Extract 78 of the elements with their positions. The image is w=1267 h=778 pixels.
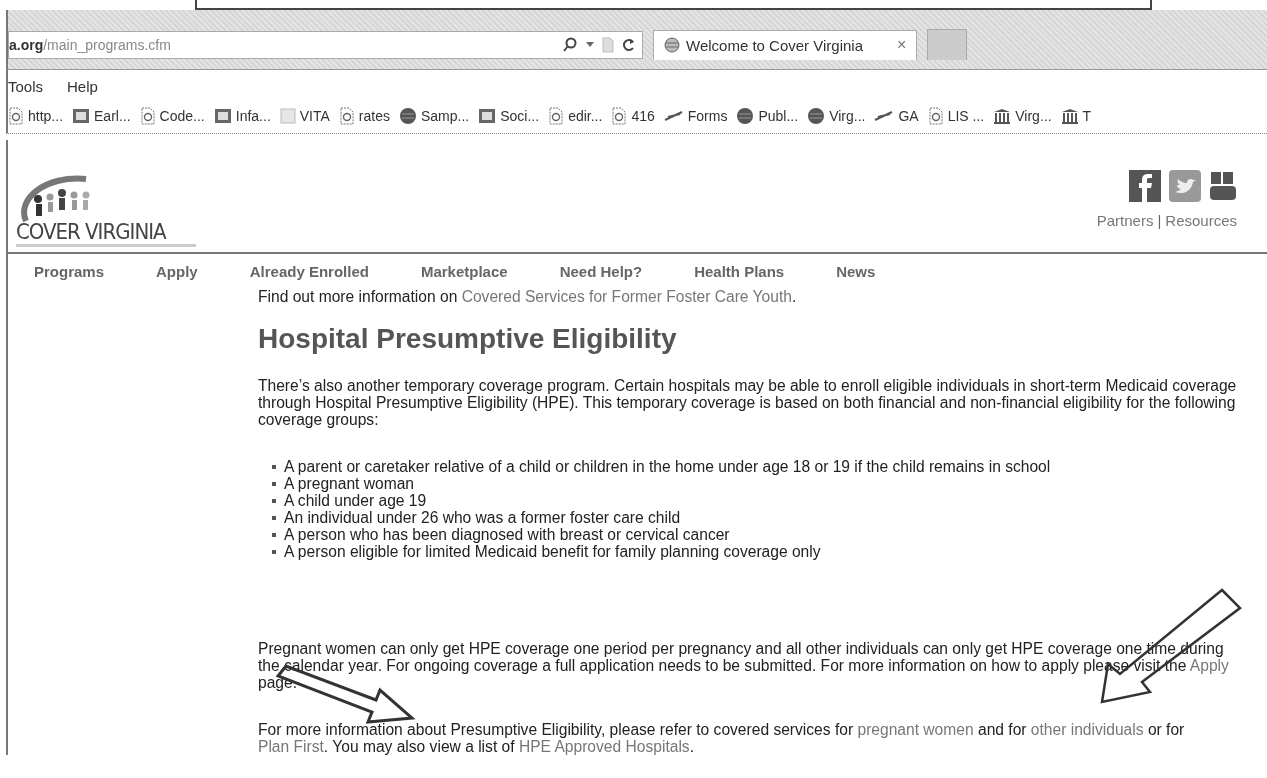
site-logo-name[interactable]: COVER VIRGINIA bbox=[16, 219, 196, 244]
favorites-item[interactable]: Infa... bbox=[213, 108, 271, 124]
tab-title: Welcome to Cover Virginia bbox=[686, 36, 864, 54]
bullet-icon bbox=[272, 515, 276, 520]
bullet-icon bbox=[272, 549, 276, 554]
menu-item[interactable]: Tools bbox=[8, 78, 44, 95]
search-icon[interactable] bbox=[562, 36, 578, 53]
favorites-item[interactable]: LIS ... bbox=[927, 107, 985, 125]
nav-link[interactable]: Apply bbox=[156, 262, 198, 280]
refresh-icon[interactable] bbox=[622, 36, 636, 53]
address-url: a.org/main_programs.cfm bbox=[9, 36, 172, 53]
favorites-item[interactable]: Publ... bbox=[736, 107, 799, 125]
header-link[interactable]: Partners bbox=[1096, 211, 1154, 229]
favorites-item[interactable]: Soci... bbox=[478, 108, 540, 124]
text-link[interactable]: pregnant women bbox=[857, 721, 974, 738]
bullet-icon bbox=[272, 498, 276, 503]
favorites-item[interactable]: Virg... bbox=[807, 107, 866, 125]
globe-icon bbox=[664, 37, 680, 53]
menu-item[interactable]: Help bbox=[67, 78, 98, 95]
page-icon bbox=[338, 107, 355, 125]
list-item-text: A pregnant woman bbox=[284, 475, 415, 492]
close-button[interactable]: × bbox=[897, 36, 907, 54]
body-paragraph: There’s also another temporary coverage program. Certain hospitals may be able to enroll eligible individuals in short-term Medicaid coverage through Hospital Presumptive Eligibility (HPE). This temporary coverage is based on both financial and non-financial eligibility for the following coverage groups: bbox=[258, 377, 1238, 428]
tile-icon bbox=[213, 108, 232, 124]
nav-link[interactable]: Already Enrolled bbox=[249, 262, 369, 280]
browser-tab[interactable]: Welcome to Cover Virginia × bbox=[653, 29, 918, 60]
page-icon bbox=[139, 107, 156, 125]
separator: | bbox=[1157, 211, 1162, 229]
nav-link[interactable]: Health Plans bbox=[694, 262, 785, 280]
list-item-text: A person who has been diagnosed with breast or cervical cancer bbox=[284, 526, 730, 543]
favorites-item[interactable]: Forms bbox=[663, 108, 728, 124]
text-link[interactable]: Plan First bbox=[258, 738, 324, 755]
tile-icon bbox=[72, 108, 91, 124]
tile-icon bbox=[478, 108, 497, 124]
dropdown-icon[interactable] bbox=[586, 41, 594, 48]
bullet-icon bbox=[272, 532, 276, 537]
bullet-icon bbox=[272, 464, 276, 469]
text-link[interactable]: other individuals bbox=[1030, 721, 1144, 738]
favorites-item[interactable]: http... bbox=[8, 107, 64, 125]
favorites-item[interactable]: T bbox=[1060, 108, 1092, 124]
favorites-item[interactable]: Samp... bbox=[399, 107, 470, 125]
page-icon bbox=[611, 107, 628, 125]
tile-icon bbox=[279, 108, 296, 124]
building-icon bbox=[993, 108, 1012, 124]
page-icon bbox=[548, 107, 565, 125]
text-link[interactable]: HPE Approved Hospitals bbox=[518, 738, 690, 755]
page-icon bbox=[927, 107, 944, 125]
list-item-text: A child under age 19 bbox=[284, 492, 427, 509]
bird-icon[interactable] bbox=[1169, 169, 1201, 202]
text-link[interactable]: Covered Services for Former Foster Care Youth bbox=[461, 288, 792, 305]
list-item-text: A parent or caretaker relative of a child or children in the home under age 18 or 19 if the child remains in school bbox=[284, 458, 1051, 475]
text-link[interactable]: Apply bbox=[1189, 657, 1229, 674]
address-bar[interactable]: a.org/main_programs.cfm bbox=[8, 30, 643, 59]
page-icon bbox=[8, 107, 24, 125]
globe-icon bbox=[736, 107, 755, 125]
favorites-item[interactable]: 416 bbox=[611, 107, 655, 125]
nav-link[interactable]: Programs bbox=[34, 262, 105, 280]
nav-link[interactable]: Need Help? bbox=[559, 262, 643, 280]
favorites-item[interactable]: edir... bbox=[548, 107, 603, 125]
list-item-text: A person eligible for limited Medicaid benefit for family planning coverage only bbox=[284, 543, 821, 560]
body-paragraph: For more information about Presumptive Eligibility, please refer to covered services for pregnant women and for other individuals or for Plan First. You may also view a list of HPE Approved Hospitals. bbox=[258, 721, 1186, 755]
favorites-item[interactable]: rates bbox=[338, 107, 390, 125]
facebook-icon[interactable] bbox=[1129, 169, 1161, 202]
list-item-text: An individual under 26 who was a former foster care child bbox=[284, 509, 681, 526]
nav-link[interactable]: News bbox=[836, 262, 876, 280]
globe-icon bbox=[399, 107, 417, 125]
favorites-item[interactable]: Code... bbox=[139, 107, 205, 125]
intro-text: Find out more information on Covered Services for Former Foster Care Youth. bbox=[258, 288, 798, 305]
header-link[interactable]: Resources bbox=[1165, 211, 1237, 229]
favorites-item[interactable]: Virg... bbox=[993, 108, 1052, 124]
page-heading: Hospital Presumptive Eligibility bbox=[258, 322, 678, 356]
nav-link[interactable]: Marketplace bbox=[420, 262, 508, 280]
bullet-icon bbox=[272, 481, 276, 486]
favorites-item[interactable]: VITA bbox=[279, 108, 330, 124]
favorites-item[interactable]: GA bbox=[874, 108, 919, 124]
favorites-item[interactable]: Earl... bbox=[72, 108, 131, 124]
building-icon bbox=[1060, 108, 1079, 124]
globe-icon bbox=[807, 107, 826, 125]
